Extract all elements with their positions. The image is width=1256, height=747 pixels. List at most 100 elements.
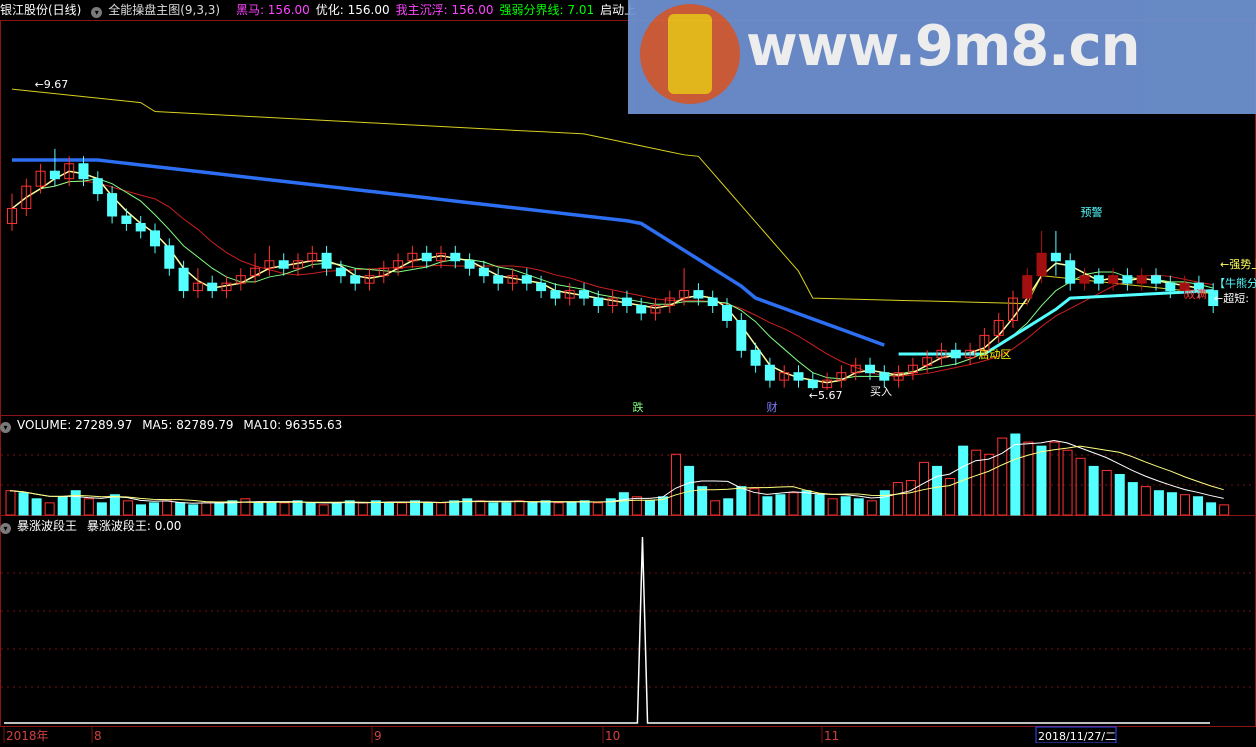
candle-body-6 (92, 178, 103, 195)
volume-bar-61 (801, 490, 812, 516)
annotation-cai: 财 (767, 400, 778, 414)
candle-body-48 (693, 290, 704, 299)
volume-bar-87 (1140, 486, 1151, 516)
indicator-name[interactable]: ▾ 全能操盘主图(9,3,3) (91, 3, 226, 18)
candle-body-23 (335, 267, 346, 277)
volume-bar-81 (1062, 449, 1073, 516)
volume-bar-71 (932, 465, 943, 516)
volume-bar-91 (1193, 496, 1204, 516)
candle-body-3 (49, 170, 60, 180)
volume-bar-0 (5, 490, 16, 516)
watermark-banner: www.9m8.cn (628, 0, 1256, 114)
volume-bar-34 (449, 500, 460, 516)
volume-bar-48 (631, 496, 642, 516)
volume-bar-15 (201, 502, 212, 516)
header-value-2: 我主沉浮: 156.00 (395, 3, 494, 17)
volume-bar-54 (710, 500, 721, 516)
volume-bar-62 (814, 494, 825, 516)
volume-bar-5 (70, 490, 81, 516)
volume-bar-32 (423, 502, 434, 516)
volume-bar-25 (331, 502, 342, 516)
dropdown-icon[interactable]: ▾ (91, 7, 103, 18)
annotation-fall: 跌 (633, 400, 644, 414)
volume-bar-2 (31, 498, 42, 516)
volume-bar-64 (840, 496, 851, 516)
candle-body-81 (1165, 282, 1176, 292)
candle-body-55 (793, 372, 804, 381)
volume-bar-89 (1166, 492, 1177, 516)
volume-bar-14 (188, 504, 199, 516)
candle-body-5 (78, 163, 89, 180)
candle-body-73 (1050, 252, 1061, 262)
annotation-bull-label: 【牛熊分 (1214, 276, 1256, 290)
volume-bar-78 (1023, 441, 1034, 516)
volume-bar-33 (436, 502, 447, 516)
volume-bar-55 (723, 498, 734, 516)
volume-bar-80 (1049, 441, 1060, 516)
volume-bar-27 (357, 502, 368, 516)
candle-body-41 (593, 297, 604, 307)
candle-body-56 (807, 379, 818, 389)
chart-stage[interactable]: ←9.67 ←5.67 买入 启动区 预警双满 ←强势上【牛熊分←超短: 跌 财 2018年 8 9… (0, 0, 1256, 744)
candle-body-22 (321, 252, 332, 269)
candle-body-44 (636, 305, 647, 314)
volume-bar-1 (18, 492, 29, 516)
volume-bar-59 (775, 494, 786, 516)
volume-bar-88 (1153, 490, 1164, 516)
annotation-warning: 预警 (1081, 205, 1103, 219)
volume-bar-4 (57, 496, 68, 516)
candle-body-76 (1093, 275, 1104, 284)
volume-bar-56 (736, 486, 747, 516)
watermark-logo-icon (640, 4, 740, 104)
indicator-label: 全能操盘主图(9,3,3) (108, 3, 221, 17)
oscillator-name: 暴涨波段王 (17, 519, 78, 533)
main-header: 银江股份(日线) ▾ 全能操盘主图(9,3,3) 黑马: 156.00 优化: 15… (0, 0, 648, 20)
stock-title: 银江股份(日线) (0, 3, 82, 17)
volume-bar-76 (997, 437, 1008, 516)
volume-bar-66 (866, 500, 877, 516)
candle-body-50 (722, 305, 732, 321)
volume-ma5: MA5: 82789.79 (142, 418, 234, 432)
x-label-0: 2018年 (6, 729, 49, 743)
volume-bar-67 (879, 490, 890, 516)
header-value-3: 强弱分界线: 7.01 (499, 3, 595, 17)
volume-bar-9 (122, 500, 133, 516)
volume-bar-18 (240, 498, 251, 516)
volume-bar-30 (397, 502, 407, 516)
candle-body-34 (493, 275, 504, 284)
x-label-3: 10 (605, 729, 620, 743)
volume-bar-36 (475, 500, 486, 516)
candle-body-24 (350, 275, 361, 284)
volume-bar-68 (892, 482, 903, 516)
ma-line-yellow (11, 170, 1214, 384)
candle-body-37 (536, 282, 547, 292)
candle-body-38 (550, 290, 561, 299)
candle-body-80 (1151, 275, 1161, 284)
volume-header: ▾ VOLUME: 27289.97 MA5: 82789.79 MA10: 96… (0, 415, 348, 435)
volume-bar-86 (1127, 482, 1138, 516)
candle-body-29 (421, 252, 432, 262)
volume-bar-42 (553, 502, 564, 516)
candle-body-14 (207, 282, 218, 292)
candle-body-53 (764, 364, 775, 381)
candle-body-43 (621, 297, 632, 307)
volume-bar-79 (1036, 445, 1047, 516)
volume-bar-37 (488, 502, 499, 516)
volume-bar-6 (83, 498, 94, 516)
dropdown-icon[interactable]: ▾ (0, 422, 11, 433)
volume-bar-23 (305, 502, 316, 516)
candle-body-72 (1036, 252, 1047, 277)
volume-bar-82 (1075, 457, 1086, 516)
volume-bar-29 (383, 502, 394, 516)
candle-body-7 (107, 193, 118, 217)
candle-body-31 (450, 252, 461, 262)
volume-bar-63 (827, 498, 838, 516)
osc-panel-border (0, 515, 1256, 727)
ma-line-green (11, 178, 1214, 380)
candle-body-77 (1108, 275, 1119, 284)
dropdown-icon[interactable]: ▾ (0, 523, 11, 534)
oscillator-line (4, 536, 1210, 724)
volume-bar-22 (292, 500, 303, 516)
trend-line-cyan (898, 289, 1214, 356)
volume-bar-40 (527, 502, 538, 516)
